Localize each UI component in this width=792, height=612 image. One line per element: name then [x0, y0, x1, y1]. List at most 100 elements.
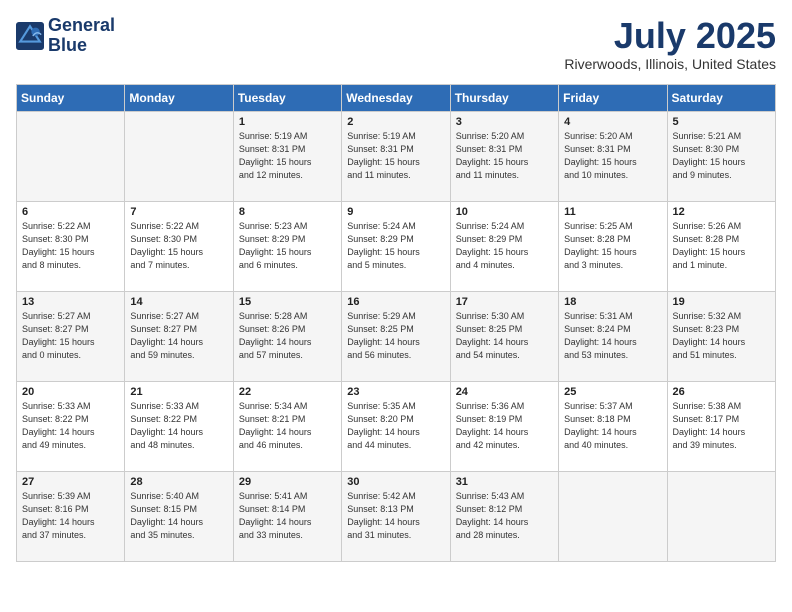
day-detail: Sunrise: 5:30 AM Sunset: 8:25 PM Dayligh… [456, 310, 553, 362]
day-number: 10 [456, 206, 553, 218]
calendar-cell [125, 111, 233, 201]
day-detail: Sunrise: 5:19 AM Sunset: 8:31 PM Dayligh… [239, 130, 336, 182]
calendar-cell: 5Sunrise: 5:21 AM Sunset: 8:30 PM Daylig… [667, 111, 775, 201]
day-of-week-header: Thursday [450, 84, 558, 111]
calendar-cell: 8Sunrise: 5:23 AM Sunset: 8:29 PM Daylig… [233, 201, 341, 291]
day-number: 30 [347, 476, 444, 488]
day-detail: Sunrise: 5:37 AM Sunset: 8:18 PM Dayligh… [564, 400, 661, 452]
calendar-header-row: SundayMondayTuesdayWednesdayThursdayFrid… [17, 84, 776, 111]
day-of-week-header: Saturday [667, 84, 775, 111]
calendar-cell: 1 Sunrise: 5:19 AM Sunset: 8:31 PM Daylig… [233, 111, 341, 201]
day-number: 2 [347, 116, 444, 128]
logo-text: General Blue [48, 16, 115, 56]
day-number: 6 [22, 206, 119, 218]
day-detail: Sunrise: 5:27 AM Sunset: 8:27 PM Dayligh… [130, 310, 227, 362]
calendar-cell: 11Sunrise: 5:25 AM Sunset: 8:28 PM Dayli… [559, 201, 667, 291]
day-detail: Sunrise: 5:27 AM Sunset: 8:27 PM Dayligh… [22, 310, 119, 362]
day-number: 28 [130, 476, 227, 488]
logo-icon [16, 22, 44, 50]
day-number: 14 [130, 296, 227, 308]
calendar-cell: 21 Sunrise: 5:33 AM Sunset: 8:22 PM Dayli… [125, 381, 233, 471]
title-block: July 2025 Riverwoods, Illinois, United S… [564, 16, 776, 72]
day-detail: Sunrise: 5:35 AM Sunset: 8:20 PM Dayligh… [347, 400, 444, 452]
day-number: 3 [456, 116, 553, 128]
day-detail: Sunrise: 5:28 AM Sunset: 8:26 PM Dayligh… [239, 310, 336, 362]
calendar-cell [667, 471, 775, 561]
calendar-cell: 29 Sunrise: 5:41 AM Sunset: 8:14 PM Dayli… [233, 471, 341, 561]
day-detail: Sunrise: 5:41 AM Sunset: 8:14 PM Dayligh… [239, 490, 336, 542]
day-detail: Sunrise: 5:43 AM Sunset: 8:12 PM Dayligh… [456, 490, 553, 542]
calendar-cell: 31Sunrise: 5:43 AM Sunset: 8:12 PM Dayli… [450, 471, 558, 561]
day-number: 9 [347, 206, 444, 218]
day-number: 1 [239, 116, 336, 128]
day-number: 27 [22, 476, 119, 488]
day-number: 19 [673, 296, 770, 308]
calendar-cell: 23 Sunrise: 5:35 AM Sunset: 8:20 PM Dayli… [342, 381, 450, 471]
calendar-cell: 26Sunrise: 5:38 AM Sunset: 8:17 PM Dayli… [667, 381, 775, 471]
day-detail: Sunrise: 5:33 AM Sunset: 8:22 PM Dayligh… [22, 400, 119, 452]
day-detail: Sunrise: 5:34 AM Sunset: 8:21 PM Dayligh… [239, 400, 336, 452]
day-number: 16 [347, 296, 444, 308]
day-number: 13 [22, 296, 119, 308]
day-detail: Sunrise: 5:29 AM Sunset: 8:25 PM Dayligh… [347, 310, 444, 362]
day-of-week-header: Tuesday [233, 84, 341, 111]
day-detail: Sunrise: 5:20 AM Sunset: 8:31 PM Dayligh… [564, 130, 661, 182]
day-detail: Sunrise: 5:24 AM Sunset: 8:29 PM Dayligh… [347, 220, 444, 272]
day-number: 21 [130, 386, 227, 398]
page-header: General Blue July 2025 Riverwoods, Illin… [16, 16, 776, 72]
calendar-week-row: 1 Sunrise: 5:19 AM Sunset: 8:31 PM Daylig… [17, 111, 776, 201]
day-detail: Sunrise: 5:26 AM Sunset: 8:28 PM Dayligh… [673, 220, 770, 272]
day-number: 22 [239, 386, 336, 398]
day-number: 7 [130, 206, 227, 218]
day-of-week-header: Monday [125, 84, 233, 111]
day-number: 20 [22, 386, 119, 398]
day-detail: Sunrise: 5:36 AM Sunset: 8:19 PM Dayligh… [456, 400, 553, 452]
calendar-cell: 10Sunrise: 5:24 AM Sunset: 8:29 PM Dayli… [450, 201, 558, 291]
day-number: 15 [239, 296, 336, 308]
location: Riverwoods, Illinois, United States [564, 56, 776, 72]
day-detail: Sunrise: 5:39 AM Sunset: 8:16 PM Dayligh… [22, 490, 119, 542]
calendar-cell: 15 Sunrise: 5:28 AM Sunset: 8:26 PM Dayli… [233, 291, 341, 381]
day-detail: Sunrise: 5:40 AM Sunset: 8:15 PM Dayligh… [130, 490, 227, 542]
calendar-cell: 12 Sunrise: 5:26 AM Sunset: 8:28 PM Dayli… [667, 201, 775, 291]
month-year: July 2025 [564, 16, 776, 56]
day-number: 23 [347, 386, 444, 398]
calendar-cell: 16 Sunrise: 5:29 AM Sunset: 8:25 PM Dayli… [342, 291, 450, 381]
day-detail: Sunrise: 5:20 AM Sunset: 8:31 PM Dayligh… [456, 130, 553, 182]
calendar-cell: 9 Sunrise: 5:24 AM Sunset: 8:29 PM Daylig… [342, 201, 450, 291]
calendar-cell [559, 471, 667, 561]
calendar-cell: 28 Sunrise: 5:40 AM Sunset: 8:15 PM Dayli… [125, 471, 233, 561]
calendar-cell: 22 Sunrise: 5:34 AM Sunset: 8:21 PM Dayli… [233, 381, 341, 471]
calendar-cell: 7 Sunrise: 5:22 AM Sunset: 8:30 PM Daylig… [125, 201, 233, 291]
day-detail: Sunrise: 5:33 AM Sunset: 8:22 PM Dayligh… [130, 400, 227, 452]
calendar-week-row: 20 Sunrise: 5:33 AM Sunset: 8:22 PM Dayli… [17, 381, 776, 471]
day-detail: Sunrise: 5:31 AM Sunset: 8:24 PM Dayligh… [564, 310, 661, 362]
calendar-cell: 2Sunrise: 5:19 AM Sunset: 8:31 PM Daylig… [342, 111, 450, 201]
day-number: 29 [239, 476, 336, 488]
day-number: 4 [564, 116, 661, 128]
day-detail: Sunrise: 5:22 AM Sunset: 8:30 PM Dayligh… [130, 220, 227, 272]
calendar-cell: 13 Sunrise: 5:27 AM Sunset: 8:27 PM Dayli… [17, 291, 125, 381]
calendar-cell: 17 Sunrise: 5:30 AM Sunset: 8:25 PM Dayli… [450, 291, 558, 381]
day-number: 18 [564, 296, 661, 308]
calendar-cell: 27 Sunrise: 5:39 AM Sunset: 8:16 PM Dayli… [17, 471, 125, 561]
calendar-week-row: 6 Sunrise: 5:22 AM Sunset: 8:30 PM Daylig… [17, 201, 776, 291]
calendar-cell: 30 Sunrise: 5:42 AM Sunset: 8:13 PM Dayli… [342, 471, 450, 561]
calendar-cell [17, 111, 125, 201]
calendar-table: SundayMondayTuesdayWednesdayThursdayFrid… [16, 84, 776, 562]
day-number: 17 [456, 296, 553, 308]
day-number: 5 [673, 116, 770, 128]
calendar-cell: 19Sunrise: 5:32 AM Sunset: 8:23 PM Dayli… [667, 291, 775, 381]
day-of-week-header: Friday [559, 84, 667, 111]
calendar-cell: 18 Sunrise: 5:31 AM Sunset: 8:24 PM Dayli… [559, 291, 667, 381]
calendar-cell: 6 Sunrise: 5:22 AM Sunset: 8:30 PM Daylig… [17, 201, 125, 291]
calendar-week-row: 13 Sunrise: 5:27 AM Sunset: 8:27 PM Dayli… [17, 291, 776, 381]
calendar-cell: 25Sunrise: 5:37 AM Sunset: 8:18 PM Dayli… [559, 381, 667, 471]
day-number: 24 [456, 386, 553, 398]
day-detail: Sunrise: 5:22 AM Sunset: 8:30 PM Dayligh… [22, 220, 119, 272]
day-detail: Sunrise: 5:42 AM Sunset: 8:13 PM Dayligh… [347, 490, 444, 542]
day-number: 12 [673, 206, 770, 218]
calendar-cell: 14 Sunrise: 5:27 AM Sunset: 8:27 PM Dayli… [125, 291, 233, 381]
day-detail: Sunrise: 5:38 AM Sunset: 8:17 PM Dayligh… [673, 400, 770, 452]
logo: General Blue [16, 16, 115, 56]
